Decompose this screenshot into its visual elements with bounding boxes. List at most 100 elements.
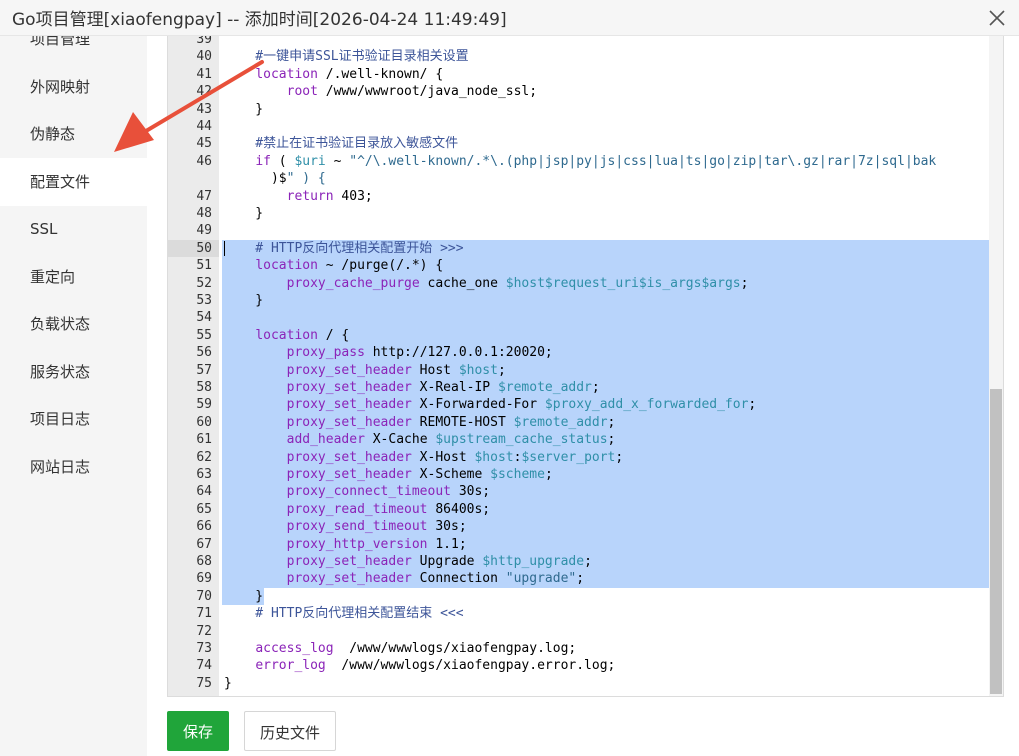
line-number: 49 [196,223,212,239]
line-number: 62 [196,449,212,465]
code-line[interactable]: 75} [168,675,1003,692]
code-text: location ~ /purge(/.*) { [255,258,444,274]
code-text: location /.well-known/ { [255,66,444,82]
window-title: Go项目管理[xiaofengpay] -- 添加时间[2026-04-24 1… [12,10,507,30]
sidebar-item[interactable]: 配置文件 [0,157,147,206]
code-line[interactable]: 69 proxy_set_header Connection "upgrade"… [168,570,1003,587]
code-line[interactable]: 66 proxy_send_timeout 30s; [168,518,1003,535]
sidebar-item[interactable]: 重定向 [0,253,147,301]
code-text: access_log /www/wwwlogs/xiaofengpay.log; [255,641,577,656]
code-line[interactable]: 49 [168,222,1003,239]
line-number: 58 [196,380,212,395]
code-text: } [224,206,264,221]
code-text: proxy_set_header REMOTE-HOST $remote_add… [286,414,616,430]
code-text: #禁止在证书验证目录放入敏感文件 [224,136,459,152]
line-number: 53 [196,293,212,308]
code-text: proxy_pass http://127.0.0.1:20020; [286,345,553,361]
line-number: 68 [196,554,212,569]
line-number: 74 [196,658,212,674]
code-line[interactable]: 48 } [168,205,1003,222]
code-line[interactable]: 59 proxy_set_header X-Forwarded-For $pro… [168,396,1003,413]
code-line[interactable]: 54 [168,309,1003,326]
code-text: } [224,101,264,117]
line-number: 64 [196,484,212,500]
code-line[interactable]: 63 proxy_set_header X-Scheme $scheme; [168,466,1003,483]
code-line[interactable]: 57 proxy_set_header Host $host; [168,362,1003,379]
code-line[interactable]: 58 proxy_set_header X-Real-IP $remote_ad… [168,379,1003,396]
code-line[interactable]: 60 proxy_set_header REMOTE-HOST $remote_… [168,414,1003,431]
code-line[interactable]: 64 proxy_connect_timeout 30s; [168,483,1003,500]
sidebar-item[interactable]: 服务状态 [0,348,147,396]
code-line[interactable]: 74 error_log /www/wwwlogs/xiaofengpay.er… [168,657,1003,674]
code-line[interactable]: 61 add_header X-Cache $upstream_cache_st… [168,431,1003,448]
code-line[interactable]: 43 } [168,101,1003,118]
code-text: proxy_http_version 1.1; [286,536,467,552]
save-button[interactable]: 保存 [167,711,229,751]
window-titlebar: Go项目管理[xiaofengpay] -- 添加时间[2026-04-24 1… [0,0,1019,36]
code-text: } [224,588,264,604]
code-text: proxy_set_header X-Host $host:$server_po… [286,449,624,465]
line-number: 51 [196,258,212,274]
sidebar-item[interactable]: 网站日志 [0,443,147,491]
line-number: 66 [196,519,212,535]
code-line[interactable]: 56 proxy_pass http://127.0.0.1:20020; [168,344,1003,361]
code-line[interactable]: 41 location /.well-known/ { [168,66,1003,83]
line-number: 65 [196,501,212,517]
code-line[interactable]: 51 location ~ /purge(/.*) { [168,257,1003,274]
sidebar-item[interactable]: 负载状态 [0,300,147,348]
code-text: proxy_set_header X-Forwarded-For $proxy_… [286,397,757,413]
line-number: 40 [196,49,212,65]
code-line[interactable]: 68 proxy_set_header Upgrade $http_upgrad… [168,553,1003,570]
code-line[interactable]: 44 [168,118,1003,135]
line-number: 56 [196,345,212,361]
line-number: 69 [196,571,212,587]
code-line[interactable]: 65 proxy_read_timeout 86400s; [168,501,1003,518]
code-line[interactable]: 53 } [168,292,1003,309]
code-line[interactable]: 40 #一键申请SSL证书验证目录相关设置 [168,48,1003,65]
code-text: proxy_send_timeout 30s; [286,519,467,535]
line-number: 55 [196,327,212,343]
sidebar-item[interactable]: 伪静态 [0,110,147,158]
line-number: 52 [196,275,212,291]
line-number: 45 [196,136,212,152]
line-number: 46 [196,153,212,169]
code-line[interactable]: )$" ) { [168,170,1003,187]
line-number: 59 [196,397,212,413]
code-text: } [224,675,232,691]
code-line[interactable]: 47 return 403; [168,188,1003,205]
line-number: 71 [196,606,212,622]
sidebar-item[interactable]: 项目管理 [0,36,147,63]
code-line[interactable]: 50 # HTTP反向代理相关配置开始 >>> [168,240,1003,257]
sidebar-item[interactable]: 外网映射 [0,63,147,111]
code-text: # HTTP反向代理相关配置开始 >>> [224,240,464,256]
line-number: 72 [196,623,212,639]
code-line[interactable]: 52 proxy_cache_purge cache_one $host$req… [168,275,1003,292]
line-number: 60 [196,414,212,430]
code-line[interactable]: 45 #禁止在证书验证目录放入敏感文件 [168,135,1003,152]
code-text: location / { [255,327,350,343]
code-line[interactable]: 39 [168,36,1003,48]
line-number: 61 [196,432,212,448]
code-line[interactable]: 67 proxy_http_version 1.1; [168,536,1003,553]
line-number: 57 [196,362,212,378]
editor-scrollbar-thumb[interactable] [990,389,1002,694]
history-file-button[interactable]: 历史文件 [244,711,336,751]
code-line[interactable]: 42 root /www/wwwroot/java_node_ssl; [168,83,1003,100]
code-line[interactable]: 55 location / { [168,327,1003,344]
code-line[interactable]: 72 [168,623,1003,640]
code-line[interactable]: 46 if ( $uri ~ "^/\.well-known/.*\.(php|… [168,153,1003,170]
code-line[interactable]: 62 proxy_set_header X-Host $host:$server… [168,449,1003,466]
code-text: return 403; [286,188,373,204]
close-icon[interactable] [981,2,1013,34]
line-number: 67 [196,536,212,552]
sidebar-item[interactable]: 项目日志 [0,395,147,443]
line-number: 44 [196,119,212,134]
code-line[interactable]: 73 access_log /www/wwwlogs/xiaofengpay.l… [168,640,1003,657]
sidebar-item[interactable]: SSL [0,205,147,253]
line-number: 39 [196,36,212,47]
code-line[interactable]: 70 } [168,588,1003,605]
config-code-editor[interactable]: 39 40 #一键申请SSL证书验证目录相关设置 41 location /.wel… [167,36,1004,697]
editor-scrollbar[interactable] [989,36,1003,696]
code-line[interactable]: 71 # HTTP反向代理相关配置结束 <<< [168,605,1003,622]
line-number: 50 [196,240,212,256]
